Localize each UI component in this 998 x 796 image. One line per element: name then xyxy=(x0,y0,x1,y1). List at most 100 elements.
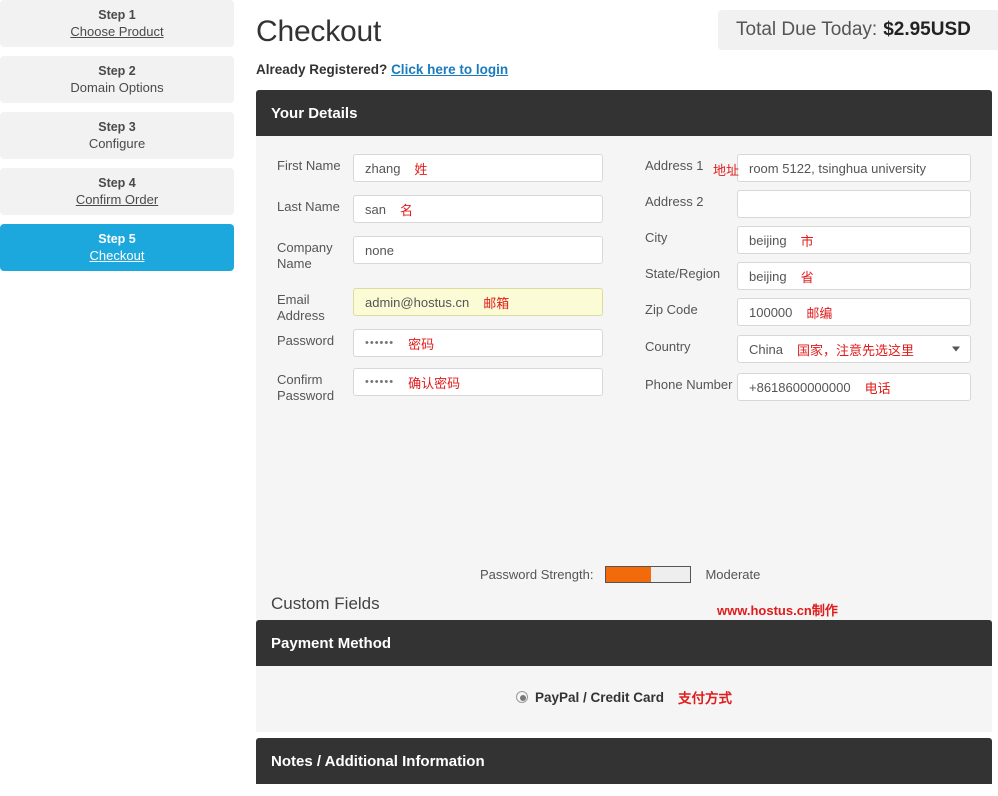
field-row: Confirm Password •••••• 确认密码 xyxy=(256,368,624,409)
field-row: Company Name none xyxy=(256,236,624,277)
sidebar-step-number: Step 5 xyxy=(98,232,136,247)
field-input[interactable] xyxy=(737,190,971,218)
chevron-down-icon xyxy=(952,347,960,352)
total-due-label: Total Due Today: xyxy=(736,19,877,41)
field-annotation: 确认密码 xyxy=(408,373,460,392)
payment-method-panel-header: Payment Method xyxy=(256,620,992,666)
sidebar-step-5[interactable]: Step 5Checkout xyxy=(0,224,234,271)
field-row: State/Region beijing 省 xyxy=(624,262,992,303)
payment-option-paypal[interactable]: PayPal / Credit Card 支付方式 xyxy=(256,687,992,707)
field-value: san xyxy=(365,202,386,217)
field-label: Phone Number xyxy=(645,377,735,393)
field-label: Last Name xyxy=(277,199,349,215)
field-input[interactable]: admin@hostus.cn 邮箱 xyxy=(353,288,603,316)
field-row: Email Address admin@hostus.cn 邮箱 xyxy=(256,288,624,329)
field-row: CountryChina国家，注意先选这里 xyxy=(624,335,992,376)
field-value: +8618600000000 xyxy=(749,380,851,395)
sidebar-step-label: Configure xyxy=(89,135,145,152)
field-input[interactable]: +8618600000000 电话 xyxy=(737,373,971,401)
field-label: Confirm Password xyxy=(277,372,349,404)
sidebar-step-label: Domain Options xyxy=(70,79,163,96)
field-row: Address 1room 5122, tsinghua university地… xyxy=(624,154,992,195)
field-input[interactable]: ••••••密码 xyxy=(353,329,603,357)
password-strength-fill xyxy=(606,567,651,582)
field-value: beijing xyxy=(749,269,787,284)
field-input[interactable]: •••••• 确认密码 xyxy=(353,368,603,396)
field-annotation: 地址 xyxy=(713,160,739,179)
custom-fields-title: Custom Fields xyxy=(271,594,380,614)
field-input[interactable]: beijing 省 xyxy=(737,262,971,290)
field-annotation: 电话 xyxy=(865,378,891,397)
field-input[interactable]: room 5122, tsinghua university xyxy=(737,154,971,182)
field-annotation: 省 xyxy=(801,267,814,286)
field-label: Address 2 xyxy=(645,194,735,210)
field-value: zhang xyxy=(365,161,400,176)
payment-method-body: PayPal / Credit Card 支付方式 xyxy=(256,666,992,732)
field-annotation: 市 xyxy=(801,231,814,250)
total-due-badge: Total Due Today: $2.95USD xyxy=(718,10,998,50)
sidebar-step-number: Step 1 xyxy=(98,8,136,23)
password-strength-bar xyxy=(605,566,691,583)
watermark-text: www.hostus.cn制作 xyxy=(717,600,838,619)
field-annotation: 密码 xyxy=(408,334,434,353)
field-row: Last Name san 名 xyxy=(256,195,624,236)
sidebar-step-3[interactable]: Step 3Configure xyxy=(0,112,234,159)
login-link[interactable]: Click here to login xyxy=(391,62,508,77)
your-details-title: Your Details xyxy=(271,105,357,122)
your-details-panel-header: Your Details xyxy=(256,90,992,136)
your-details-panel: Your Details First Namezhang姓Last Namesa… xyxy=(256,90,992,647)
password-strength: Password Strength: Moderate xyxy=(480,566,760,583)
field-annotation: 姓 xyxy=(414,159,427,178)
page-title: Checkout xyxy=(256,15,381,49)
sidebar-step-label: Confirm Order xyxy=(76,191,158,208)
field-label: Zip Code xyxy=(645,302,735,318)
field-row: Address 2 xyxy=(624,190,992,231)
your-details-body: First Name zhang 姓 Last Name san 名 Company Nam… xyxy=(256,136,992,647)
sidebar-step-2[interactable]: Step 2Domain Options xyxy=(0,56,234,103)
field-value: room 5122, tsinghua university xyxy=(749,161,926,176)
payment-option-label: PayPal / Credit Card xyxy=(535,690,664,705)
radio-selected-icon[interactable] xyxy=(516,691,528,703)
already-registered-text: Already Registered? xyxy=(256,62,387,77)
field-value: 100000 xyxy=(749,305,792,320)
field-label: Company Name xyxy=(277,240,349,272)
checkout-steps-sidebar: Step 1Choose Product Step 2Domain Options… xyxy=(0,0,234,280)
field-annotation: 国家，注意先选这里 xyxy=(797,340,914,359)
field-input[interactable]: 100000 邮编 xyxy=(737,298,971,326)
field-input[interactable]: san 名 xyxy=(353,195,603,223)
field-label: Email Address xyxy=(277,292,349,324)
payment-method-panel: Payment Method PayPal / Credit Card 支付方式 xyxy=(256,620,992,732)
password-strength-label: Password Strength: xyxy=(480,567,593,582)
sidebar-step-label: Choose Product xyxy=(70,23,163,40)
field-annotation: 邮编 xyxy=(806,303,832,322)
field-value: none xyxy=(365,243,394,258)
field-label: Password xyxy=(277,333,349,349)
field-label: First Name xyxy=(277,158,349,174)
field-annotation: 名 xyxy=(400,200,413,219)
sidebar-step-number: Step 4 xyxy=(98,176,136,191)
sidebar-step-4[interactable]: Step 4Confirm Order xyxy=(0,168,234,215)
field-label: State/Region xyxy=(645,266,735,282)
field-annotation: 邮箱 xyxy=(483,293,509,312)
field-value: beijing xyxy=(749,233,787,248)
field-value: admin@hostus.cn xyxy=(365,295,469,310)
field-input[interactable]: zhang 姓 xyxy=(353,154,603,182)
field-row: Password••••••密码 xyxy=(256,329,624,370)
field-label: City xyxy=(645,230,735,246)
field-value: •••••• xyxy=(365,376,394,388)
field-input[interactable]: none xyxy=(353,236,603,264)
field-row: Phone Number +8618600000000 电话 xyxy=(624,373,992,414)
sidebar-step-number: Step 3 xyxy=(98,120,136,135)
password-strength-word: Moderate xyxy=(705,567,760,582)
notes-panel: Notes / Additional Information xyxy=(256,738,992,784)
already-registered-line: Already Registered? Click here to login xyxy=(256,62,508,77)
notes-panel-header: Notes / Additional Information xyxy=(256,738,992,784)
sidebar-step-number: Step 2 xyxy=(98,64,136,79)
field-input[interactable]: beijing 市 xyxy=(737,226,971,254)
payment-method-title: Payment Method xyxy=(271,635,391,652)
field-row: Zip Code 100000 邮编 xyxy=(624,298,992,339)
country-select[interactable]: China国家，注意先选这里 xyxy=(737,335,971,363)
sidebar-step-label: Checkout xyxy=(90,247,145,264)
field-row: First Name zhang 姓 xyxy=(256,154,624,195)
sidebar-step-1[interactable]: Step 1Choose Product xyxy=(0,0,234,47)
